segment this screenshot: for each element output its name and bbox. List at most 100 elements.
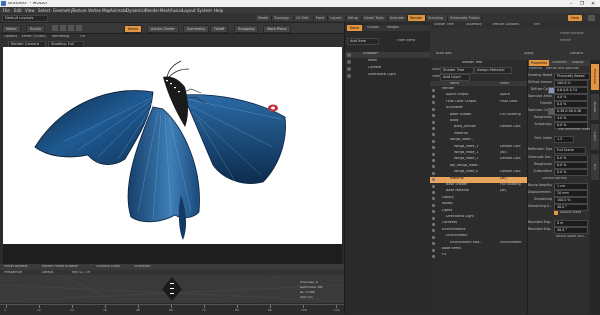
shader-row[interactable]: Environments: [430, 228, 527, 234]
timeline-ruler[interactable]: 0 12 24 36 48 60 72 84 96 108 120: [0, 304, 344, 315]
layout-tab-game-tools[interactable]: Game Tools: [362, 15, 388, 21]
shader-row[interactable]: Wings_Mate_1 (all): [430, 151, 527, 157]
visibility-eye-icon[interactable]: [432, 158, 435, 162]
layout-tab-topology[interactable]: Topology: [272, 15, 294, 21]
round-same-surface[interactable]: Round Same Surf...: [556, 235, 586, 238]
visibility-eye-icon[interactable]: [432, 94, 435, 98]
shader-row[interactable]: Material: [430, 132, 527, 138]
visibility-eye-icon[interactable]: [432, 229, 435, 233]
vertex-icon[interactable]: [60, 25, 66, 31]
raygl-label[interactable]: Ray GL: Off: [72, 271, 90, 274]
visibility-eye-icon[interactable]: [432, 210, 435, 214]
visibility-eye-icon[interactable]: [347, 67, 351, 71]
tab-items[interactable]: Items: [347, 25, 363, 31]
visibility-eye-icon[interactable]: [432, 88, 435, 92]
shader-row[interactable]: Alpha Output Alpha: [430, 93, 527, 99]
assign-material-button[interactable]: Assign Material: [474, 67, 512, 74]
visibility-eye-icon[interactable]: [432, 114, 435, 118]
property-value[interactable]: 0.0 %: [554, 101, 588, 108]
layout-dropdown[interactable]: Default Layouts: [2, 15, 48, 22]
action-center-button[interactable]: Action Center: [147, 25, 179, 33]
filter-label[interactable]: Filter: [432, 75, 440, 78]
layout-tab-setup[interactable]: Setup: [346, 15, 362, 21]
side-tab-properties[interactable]: Properties: [591, 64, 599, 90]
shader-row[interactable]: Body_diffuse Diffuse Colo: [430, 125, 527, 131]
layout-tab-layout[interactable]: Layout: [328, 15, 346, 21]
layout-tab-paint[interactable]: Paint: [314, 15, 328, 21]
side-tab-lights[interactable]: Lights: [591, 124, 599, 150]
item-row[interactable]: Camera: [345, 66, 431, 72]
minimize-icon[interactable]: –: [566, 1, 576, 7]
auto-add-toggle[interactable]: Auto Add: [436, 52, 452, 55]
property-value[interactable]: 1 cm: [554, 183, 588, 190]
shader-row[interactable]: Wings_Mate_1 Diffuse Colo: [430, 145, 527, 151]
shader-row[interactable]: Wings_Mate...: [430, 138, 527, 144]
visibility-eye-icon[interactable]: [432, 190, 435, 194]
visibility-eye-icon[interactable]: [432, 235, 435, 239]
layout-tab-render[interactable]: Render: [408, 15, 426, 21]
work-plane-button[interactable]: Work Plane: [263, 25, 291, 33]
shader-row[interactable]: Wings_Mate_S Diffuse Colo: [430, 170, 527, 176]
tab-preset-browser[interactable]: Preset Browser: [4, 265, 28, 268]
layout-tab-model[interactable]: Model: [256, 15, 272, 21]
visibility-eye-icon[interactable]: [432, 242, 435, 246]
tab-gradient-editor[interactable]: Gradient Editor: [96, 265, 120, 268]
shader-row[interactable]: Nodes: [430, 202, 527, 208]
apply-button[interactable]: Apply: [524, 52, 534, 55]
visibility-eye-icon[interactable]: [432, 197, 435, 201]
visibility-eye-icon[interactable]: [432, 133, 435, 137]
polygon-icon[interactable]: [76, 25, 82, 31]
tab-schematic[interactable]: Schematic: [134, 265, 151, 268]
layout-tab-uv-edit[interactable]: UV Edit: [294, 15, 314, 21]
visibility-eye-icon[interactable]: [432, 101, 435, 105]
use-refl-index[interactable]: Use Reflection Index: [558, 128, 591, 131]
shader-row[interactable]: Library: [430, 196, 527, 202]
side-tab-env[interactable]: Env: [591, 154, 599, 180]
property-value[interactable]: 40.0 °: [554, 227, 588, 234]
viewport-effect[interactable]: Effect: (Shad.): [22, 35, 46, 38]
visibility-eye-icon[interactable]: [432, 152, 435, 156]
visibility-eye-icon[interactable]: [347, 74, 351, 78]
visibility-eye-icon[interactable]: [432, 254, 435, 258]
property-value[interactable]: 100.0 %: [554, 197, 588, 204]
items-button[interactable]: Items: [124, 25, 142, 33]
shader-row[interactable]: Material (all): [430, 176, 527, 183]
model-button[interactable]: Model: [2, 25, 21, 33]
visibility-eye-icon[interactable]: [432, 216, 435, 220]
shader-row[interactable]: Base Material (all): [430, 189, 527, 195]
property-value[interactable]: 0.0 %: [554, 162, 588, 169]
tab-shader-tree[interactable]: Shader Tree: [434, 23, 454, 26]
shader-row[interactable]: Render: [430, 87, 527, 93]
viewport-off[interactable]: Off: [80, 35, 85, 38]
tab-images[interactable]: Images: [387, 26, 399, 29]
shader-row[interactable]: Bake Items: [430, 247, 527, 253]
sculpt-button[interactable]: Sculpt: [26, 25, 45, 33]
property-value[interactable]: 0 m: [554, 220, 588, 227]
item-row[interactable]: Untitled*: [345, 52, 431, 58]
visibility-eye-icon[interactable]: [432, 203, 435, 207]
shader-row[interactable]: tail_Wings_Mate...: [430, 164, 527, 170]
viewport-options[interactable]: Options: [4, 35, 17, 38]
tab-properties[interactable]: Properties: [529, 60, 550, 66]
visibility-eye-icon[interactable]: [432, 139, 435, 143]
shader-row[interactable]: Environment: [430, 234, 527, 240]
falloff-button[interactable]: Falloff: [210, 25, 229, 33]
shader-row[interactable]: Environment Mat... Environment: [430, 241, 527, 247]
double-sided-checkbox[interactable]: [554, 211, 558, 215]
shader-row[interactable]: Base Shader Full Shading: [430, 183, 527, 189]
visibility-eye-icon[interactable]: [432, 126, 435, 130]
settings-icon[interactable]: [588, 15, 595, 21]
column-effect[interactable]: Effect: [500, 82, 509, 85]
visibility-eye-icon[interactable]: [347, 60, 351, 64]
shader-row[interactable]: Cameras: [430, 221, 527, 227]
tab-texture-locators[interactable]: Texture Locators: [492, 23, 519, 26]
perspective-view[interactable]: [0, 275, 344, 303]
shader-row[interactable]: Body: [430, 119, 527, 125]
symmetry-button[interactable]: Symmetry: [183, 25, 210, 33]
edge-icon[interactable]: [68, 25, 74, 31]
shader-row[interactable]: AOShader: [430, 106, 527, 112]
default-label[interactable]: Default: [42, 271, 54, 274]
shader-row[interactable]: Final Color Output Final Color: [430, 100, 527, 106]
item-row[interactable]: Mesh: [345, 59, 431, 65]
column-name[interactable]: Name: [450, 82, 459, 85]
